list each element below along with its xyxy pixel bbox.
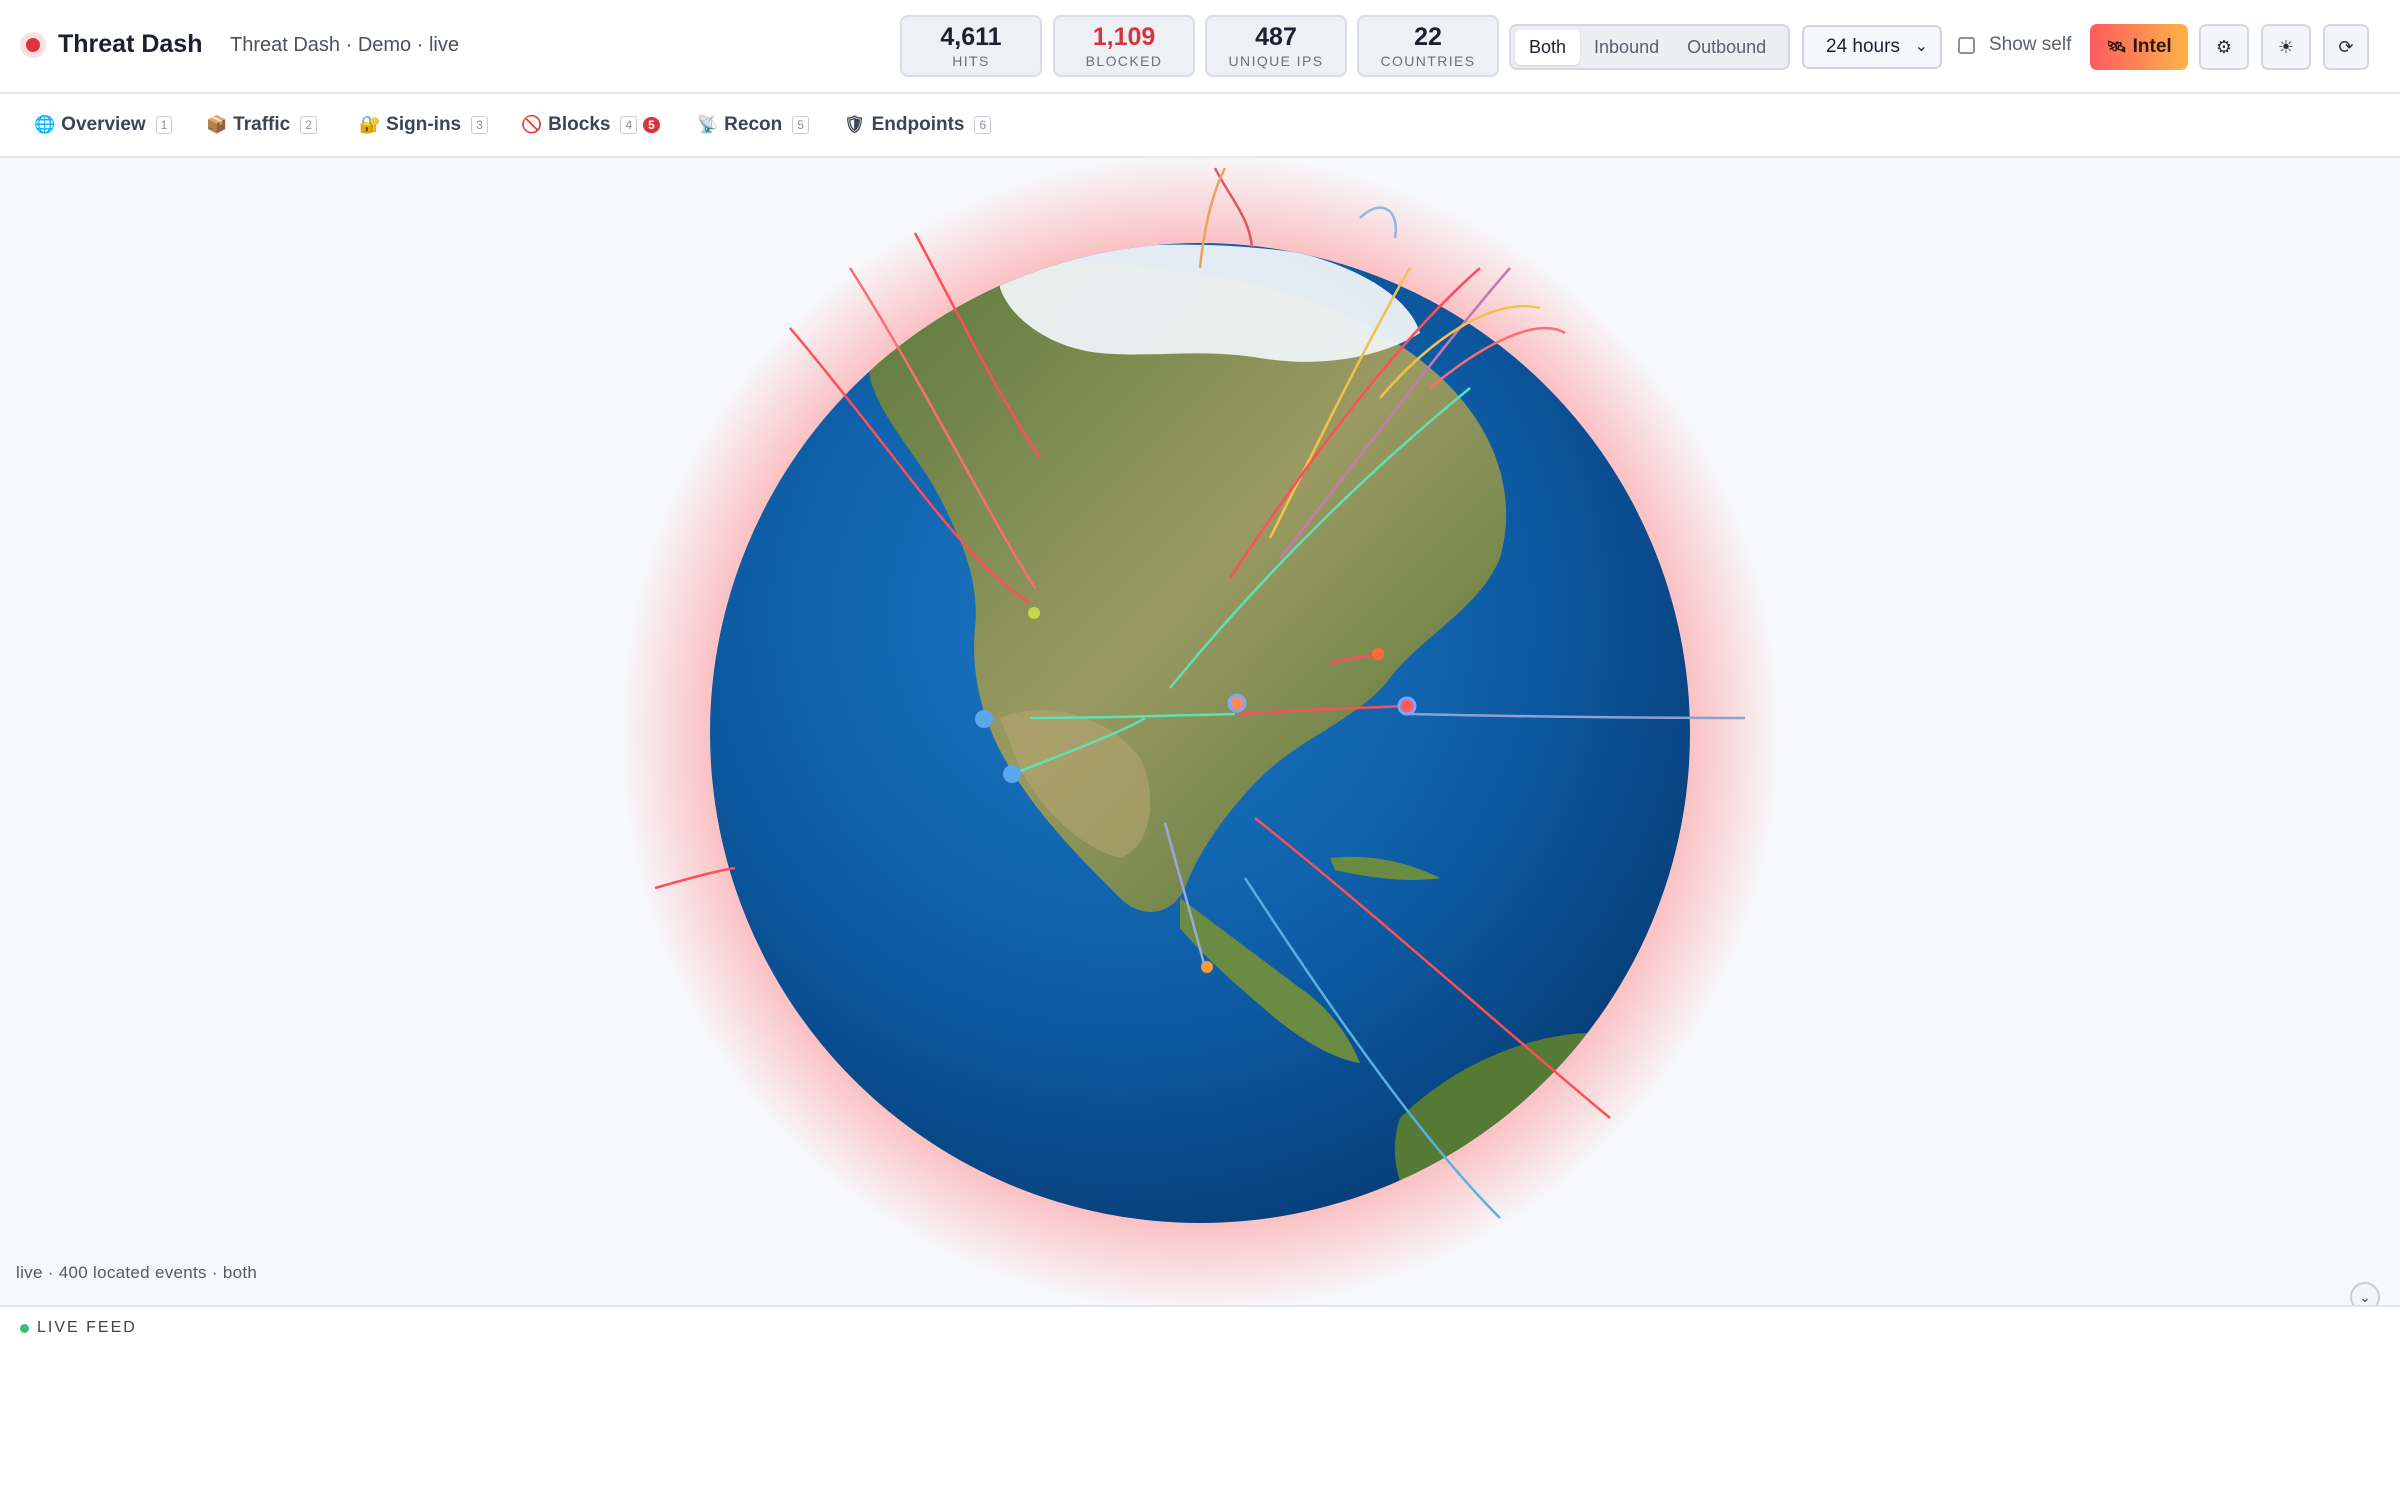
marker-dot[interactable] [1372,648,1384,660]
settings-button[interactable]: ⚙ [2199,24,2249,70]
stat-hits-value: 4,611 [940,23,1002,51]
sun-icon: ☀ [2277,36,2295,57]
tab-endpoints-shortcut: 6 [974,116,992,134]
refresh-icon: ⟳ [2338,36,2354,57]
marker-dot[interactable] [1227,693,1247,713]
stat-countries-value: 22 [1414,23,1442,51]
shield-icon: 🛡 [844,115,866,134]
satellite-icon: 🛰 [2106,39,2127,56]
tab-traffic-label: Traffic [233,114,291,135]
tab-blocks-label: Blocks [548,114,611,135]
package-icon: 📦 [206,115,228,134]
brand: Threat Dash [26,30,202,59]
marker-dot[interactable] [1003,765,1021,783]
globe-icon: 🌐 [34,115,56,134]
stat-blocked-label: BLOCKED [1085,53,1163,69]
intel-button[interactable]: 🛰 Intel [2090,24,2188,70]
satellite-dish-icon: 📡 [697,115,719,134]
stat-unique-ips-label: UNIQUE IPS [1228,53,1324,69]
app-title: Threat Dash [58,30,203,58]
stat-unique-ips[interactable]: 487 UNIQUE IPS [1205,15,1347,77]
tab-overview-label: Overview [61,114,146,135]
tab-bar: 🌐 Overview 1 📦 Traffic 2 🔐 Sign-ins 3 🚫 … [0,94,2400,158]
chevron-down-icon: ⌄ [2359,1288,2371,1305]
tab-blocks-badge: 5 [643,117,660,133]
tab-endpoints[interactable]: 🛡 Endpoints 6 [844,114,992,136]
time-range-value: 24 hours [1826,36,1900,57]
lock-key-icon: 🔐 [359,115,381,134]
tab-overview-shortcut: 1 [155,116,173,134]
show-self-label: Show self [1989,34,2072,55]
stat-countries-label: COUNTRIES [1380,53,1476,69]
intel-label: Intel [2132,36,2172,57]
marker-dot[interactable] [1397,696,1417,716]
tab-overview[interactable]: 🌐 Overview 1 [34,114,173,136]
direction-toggle: Both Inbound Outbound [1509,24,1790,70]
gear-icon: ⚙ [2215,36,2233,57]
marker-dot[interactable] [1028,607,1040,619]
globe-map[interactable] [0,158,2400,1305]
tab-blocks-shortcut: 4 [620,116,638,134]
collapse-feed-button[interactable]: ⌄ [2350,1282,2380,1305]
live-feed-title: LIVE FEED [37,1319,137,1336]
theme-toggle-button[interactable]: ☀ [2261,24,2311,70]
live-feed-header: LIVE FEED [20,1319,137,1337]
direction-both-button[interactable]: Both [1515,29,1581,65]
stat-hits-label: HITS [952,53,990,69]
show-self-toggle[interactable]: Show self [1958,34,2071,56]
tab-recon-label: Recon [724,114,783,135]
live-indicator-icon [26,37,40,52]
tab-sign-ins[interactable]: 🔐 Sign-ins 3 [359,114,488,136]
tab-recon[interactable]: 📡 Recon 5 [697,114,809,136]
time-range-select[interactable]: 24 hours ⌄ [1802,25,1942,69]
marker-dot[interactable] [975,710,993,728]
chevron-down-icon: ⌄ [1914,38,1928,55]
stat-blocked-value: 1,109 [1092,23,1156,51]
globe-stage[interactable]: live · 400 located events · both ⌄ [0,158,2400,1305]
tab-traffic-shortcut: 2 [300,116,317,134]
stat-unique-ips-value: 487 [1255,23,1297,51]
direction-inbound-button[interactable]: Inbound [1580,30,1673,65]
stat-blocked[interactable]: 1,109 BLOCKED [1053,15,1195,77]
live-feed-panel: LIVE FEED [0,1305,2400,1500]
prohibited-icon: 🚫 [521,115,543,134]
live-dot-icon [20,1323,29,1333]
tab-blocks[interactable]: 🚫 Blocks 4 5 [521,114,660,136]
app-subtitle: Threat Dash · Demo · live [230,34,459,56]
refresh-button[interactable]: ⟳ [2323,24,2369,70]
tab-recon-shortcut: 5 [792,116,809,134]
marker-dot[interactable] [1201,961,1213,973]
stat-hits[interactable]: 4,611 HITS [900,15,1042,77]
tab-endpoints-label: Endpoints [871,114,965,135]
direction-outbound-button[interactable]: Outbound [1673,30,1780,65]
tab-traffic[interactable]: 📦 Traffic 2 [206,114,317,136]
tab-sign-ins-label: Sign-ins [386,114,462,135]
top-bar: Threat Dash Threat Dash · Demo · live 4,… [0,0,2400,94]
show-self-checkbox[interactable] [1958,36,1975,54]
tab-sign-ins-shortcut: 3 [471,116,488,134]
stat-countries[interactable]: 22 COUNTRIES [1357,15,1499,77]
globe-status: live · 400 located events · both [16,1263,258,1282]
